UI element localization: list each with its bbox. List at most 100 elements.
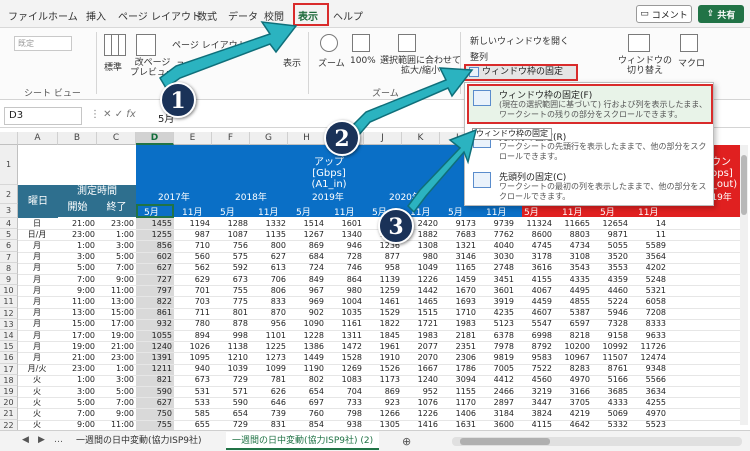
table-cell[interactable]: 958 <box>364 263 402 274</box>
table-cell[interactable]: 3634 <box>630 387 668 398</box>
table-cell[interactable]: 952 <box>402 387 440 398</box>
menu-file[interactable]: ファイル <box>8 8 48 23</box>
table-cell[interactable]: 3030 <box>478 252 516 263</box>
table-cell[interactable]: 7683 <box>440 230 478 241</box>
table-cell[interactable]: 969 <box>288 297 326 308</box>
prev-sheet-icon[interactable]: ◀ <box>22 435 29 445</box>
table-cell[interactable]: 729 <box>212 420 250 430</box>
table-cell[interactable]: 8792 <box>516 342 554 353</box>
table-cell[interactable]: 8600 <box>516 230 554 241</box>
column-header-c[interactable]: C <box>97 132 136 145</box>
zoom-icon[interactable] <box>320 34 338 52</box>
row-header[interactable]: 7 <box>0 251 18 263</box>
table-cell[interactable]: 1961 <box>364 342 402 353</box>
select-all-corner[interactable] <box>0 132 18 145</box>
page-break-preview-icon[interactable] <box>136 34 156 56</box>
table-cell[interactable]: 780 <box>174 319 212 330</box>
table-cell[interactable]: 775 <box>212 297 250 308</box>
table-cell[interactable]: 3094 <box>440 375 478 386</box>
table-cell[interactable]: 1273 <box>250 353 288 364</box>
table-cell[interactable]: 11:00 <box>58 297 97 308</box>
table-cell[interactable]: 1039 <box>212 364 250 375</box>
table-cell[interactable]: 571 <box>212 387 250 398</box>
table-cell[interactable]: 1259 <box>364 286 402 297</box>
table-cell[interactable]: 1340 <box>326 230 364 241</box>
table-cell[interactable]: 902 <box>288 308 326 319</box>
table-cell[interactable]: 2466 <box>478 387 516 398</box>
table-cell[interactable]: 1461 <box>364 297 402 308</box>
table-cell[interactable]: 3184 <box>478 409 516 420</box>
table-cell[interactable]: 7:00 <box>58 275 97 286</box>
table-cell[interactable]: 13:00 <box>97 297 136 308</box>
table-cell[interactable]: 1269 <box>326 364 364 375</box>
table-cell[interactable]: 869 <box>364 387 402 398</box>
sheet-tab-2[interactable]: 一週間の日中変動(協力ISP9社) (2) <box>226 432 380 450</box>
table-cell[interactable]: 火 <box>18 420 58 430</box>
table-cell[interactable]: 7:00 <box>97 398 136 409</box>
column-header-e[interactable]: E <box>174 132 212 145</box>
table-cell[interactable]: 12474 <box>630 353 668 364</box>
table-cell[interactable]: 2306 <box>440 353 478 364</box>
table-cell[interactable]: 7005 <box>478 364 516 375</box>
table-cell[interactable]: 733 <box>326 398 364 409</box>
table-cell[interactable]: 1529 <box>364 308 402 319</box>
table-cell[interactable]: 9871 <box>592 230 630 241</box>
table-cell[interactable]: 15:00 <box>58 319 97 330</box>
table-cell[interactable]: 870 <box>250 308 288 319</box>
table-cell[interactable]: 629 <box>174 275 212 286</box>
menu-review[interactable]: 校閲 <box>264 8 284 23</box>
table-cell[interactable]: 1526 <box>364 364 402 375</box>
table-cell[interactable]: 1228 <box>288 331 326 342</box>
menu-data[interactable]: データ <box>228 8 258 23</box>
table-cell[interactable]: 5547 <box>516 319 554 330</box>
table-cell[interactable]: 727 <box>136 275 174 286</box>
table-cell[interactable]: 592 <box>212 263 250 274</box>
table-cell[interactable]: 1090 <box>288 319 326 330</box>
table-cell[interactable]: 1049 <box>402 263 440 274</box>
table-cell[interactable]: 6998 <box>516 331 554 342</box>
table-cell[interactable]: 854 <box>288 420 326 430</box>
table-cell[interactable]: 1161 <box>326 319 364 330</box>
table-cell[interactable]: 4219 <box>554 409 592 420</box>
table-cell[interactable]: 627 <box>136 263 174 274</box>
table-cell[interactable]: 822 <box>136 297 174 308</box>
table-cell[interactable]: 月 <box>18 331 58 342</box>
table-cell[interactable]: 11324 <box>516 219 554 230</box>
menu-page-layout[interactable]: ページ レイアウト <box>118 8 201 23</box>
table-cell[interactable]: 1631 <box>440 420 478 430</box>
table-cell[interactable]: 3146 <box>440 252 478 263</box>
table-cell[interactable]: 3824 <box>516 409 554 420</box>
table-cell[interactable]: 1101 <box>250 331 288 342</box>
table-cell[interactable]: 8761 <box>592 364 630 375</box>
table-cell[interactable]: 806 <box>250 286 288 297</box>
table-cell[interactable]: 9:00 <box>58 420 97 430</box>
add-sheet-icon[interactable]: ⊕ <box>402 435 411 448</box>
table-cell[interactable]: 728 <box>326 252 364 263</box>
table-cell[interactable]: 3:00 <box>97 375 136 386</box>
table-cell[interactable]: 1822 <box>364 319 402 330</box>
table-cell[interactable]: 3178 <box>516 252 554 263</box>
table-cell[interactable]: 626 <box>250 387 288 398</box>
table-cell[interactable]: 956 <box>250 319 288 330</box>
table-cell[interactable]: 1693 <box>440 297 478 308</box>
row-header[interactable]: 8 <box>0 262 18 274</box>
table-cell[interactable]: 3520 <box>592 252 630 263</box>
table-cell[interactable]: 1135 <box>250 230 288 241</box>
table-cell[interactable]: 1983 <box>440 319 478 330</box>
table-cell[interactable]: 火 <box>18 387 58 398</box>
row-header[interactable]: 18 <box>0 374 18 386</box>
horizontal-scroll-thumb[interactable] <box>460 438 550 445</box>
table-cell[interactable]: 21:00 <box>58 353 97 364</box>
row-header[interactable]: 11 <box>0 296 18 308</box>
table-cell[interactable]: 864 <box>326 275 364 286</box>
table-cell[interactable]: 3543 <box>554 263 592 274</box>
table-cell[interactable]: 9:00 <box>58 286 97 297</box>
row-header[interactable]: 14 <box>0 330 18 342</box>
normal-view-icon[interactable] <box>104 34 126 56</box>
table-cell[interactable]: 1035 <box>326 308 364 319</box>
table-cell[interactable]: 1:00 <box>97 230 136 241</box>
table-cell[interactable]: 998 <box>212 331 250 342</box>
table-cell[interactable]: 1288 <box>212 219 250 230</box>
table-cell[interactable]: 15:00 <box>97 308 136 319</box>
table-cell[interactable]: 4459 <box>516 297 554 308</box>
